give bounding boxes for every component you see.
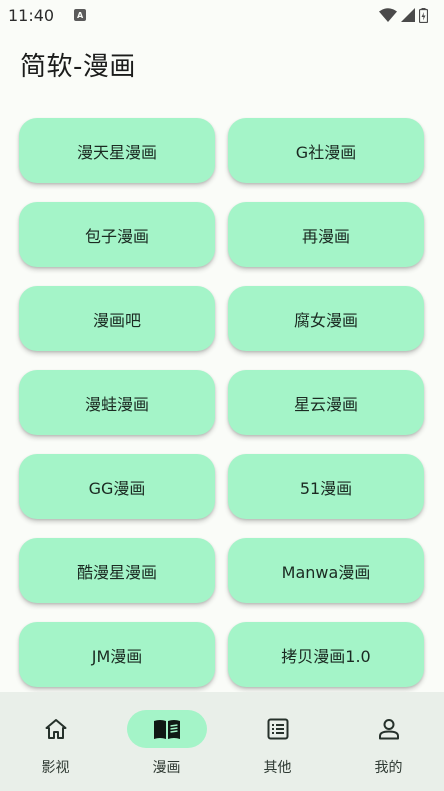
source-button[interactable]: 再漫画 <box>228 202 424 267</box>
source-button[interactable]: G社漫画 <box>228 118 424 183</box>
home-icon <box>44 718 68 740</box>
source-grid: 漫天星漫画 G社漫画 包子漫画 再漫画 漫画吧 腐女漫画 漫蛙漫画 星云漫画 G… <box>19 118 427 687</box>
nav-label: 其他 <box>263 760 292 776</box>
wifi-icon <box>379 8 397 22</box>
nav-label: 漫画 <box>152 760 181 776</box>
nav-label: 我的 <box>374 760 403 776</box>
person-icon <box>378 718 400 740</box>
source-button[interactable]: JM漫画 <box>19 622 215 687</box>
nav-item-mine[interactable]: 我的 <box>333 692 444 791</box>
source-button[interactable]: 漫画吧 <box>19 286 215 351</box>
source-button[interactable]: 拷贝漫画1.0 <box>228 622 424 687</box>
battery-icon <box>419 7 428 23</box>
nav-pill <box>349 710 429 748</box>
source-button[interactable]: GG漫画 <box>19 454 215 519</box>
list-icon <box>267 718 289 740</box>
nav-pill <box>238 710 318 748</box>
status-time: 11:40 <box>8 5 55 25</box>
source-button[interactable]: 包子漫画 <box>19 202 215 267</box>
nav-item-other[interactable]: 其他 <box>222 692 333 791</box>
nav-label: 影视 <box>41 760 70 776</box>
source-button[interactable]: 酷漫星漫画 <box>19 538 215 603</box>
nav-pill <box>16 710 96 748</box>
nav-item-comic[interactable]: 漫画 <box>111 692 222 791</box>
signal-icon <box>401 8 415 22</box>
nav-pill <box>126 710 207 748</box>
source-button[interactable]: 漫蛙漫画 <box>19 370 215 435</box>
book-icon <box>153 718 181 740</box>
status-icons <box>379 7 428 23</box>
source-button[interactable]: 腐女漫画 <box>228 286 424 351</box>
source-button[interactable]: 漫天星漫画 <box>19 118 215 183</box>
page-title: 简软-漫画 <box>20 52 136 82</box>
notification-a-icon: A <box>74 9 87 21</box>
status-bar: 11:40 A <box>0 0 444 30</box>
source-button[interactable]: 星云漫画 <box>228 370 424 435</box>
bottom-nav: 影视 漫画 其他 我的 <box>0 692 444 791</box>
source-button[interactable]: Manwa漫画 <box>228 538 424 603</box>
source-button[interactable]: 51漫画 <box>228 454 424 519</box>
nav-item-video[interactable]: 影视 <box>0 692 111 791</box>
